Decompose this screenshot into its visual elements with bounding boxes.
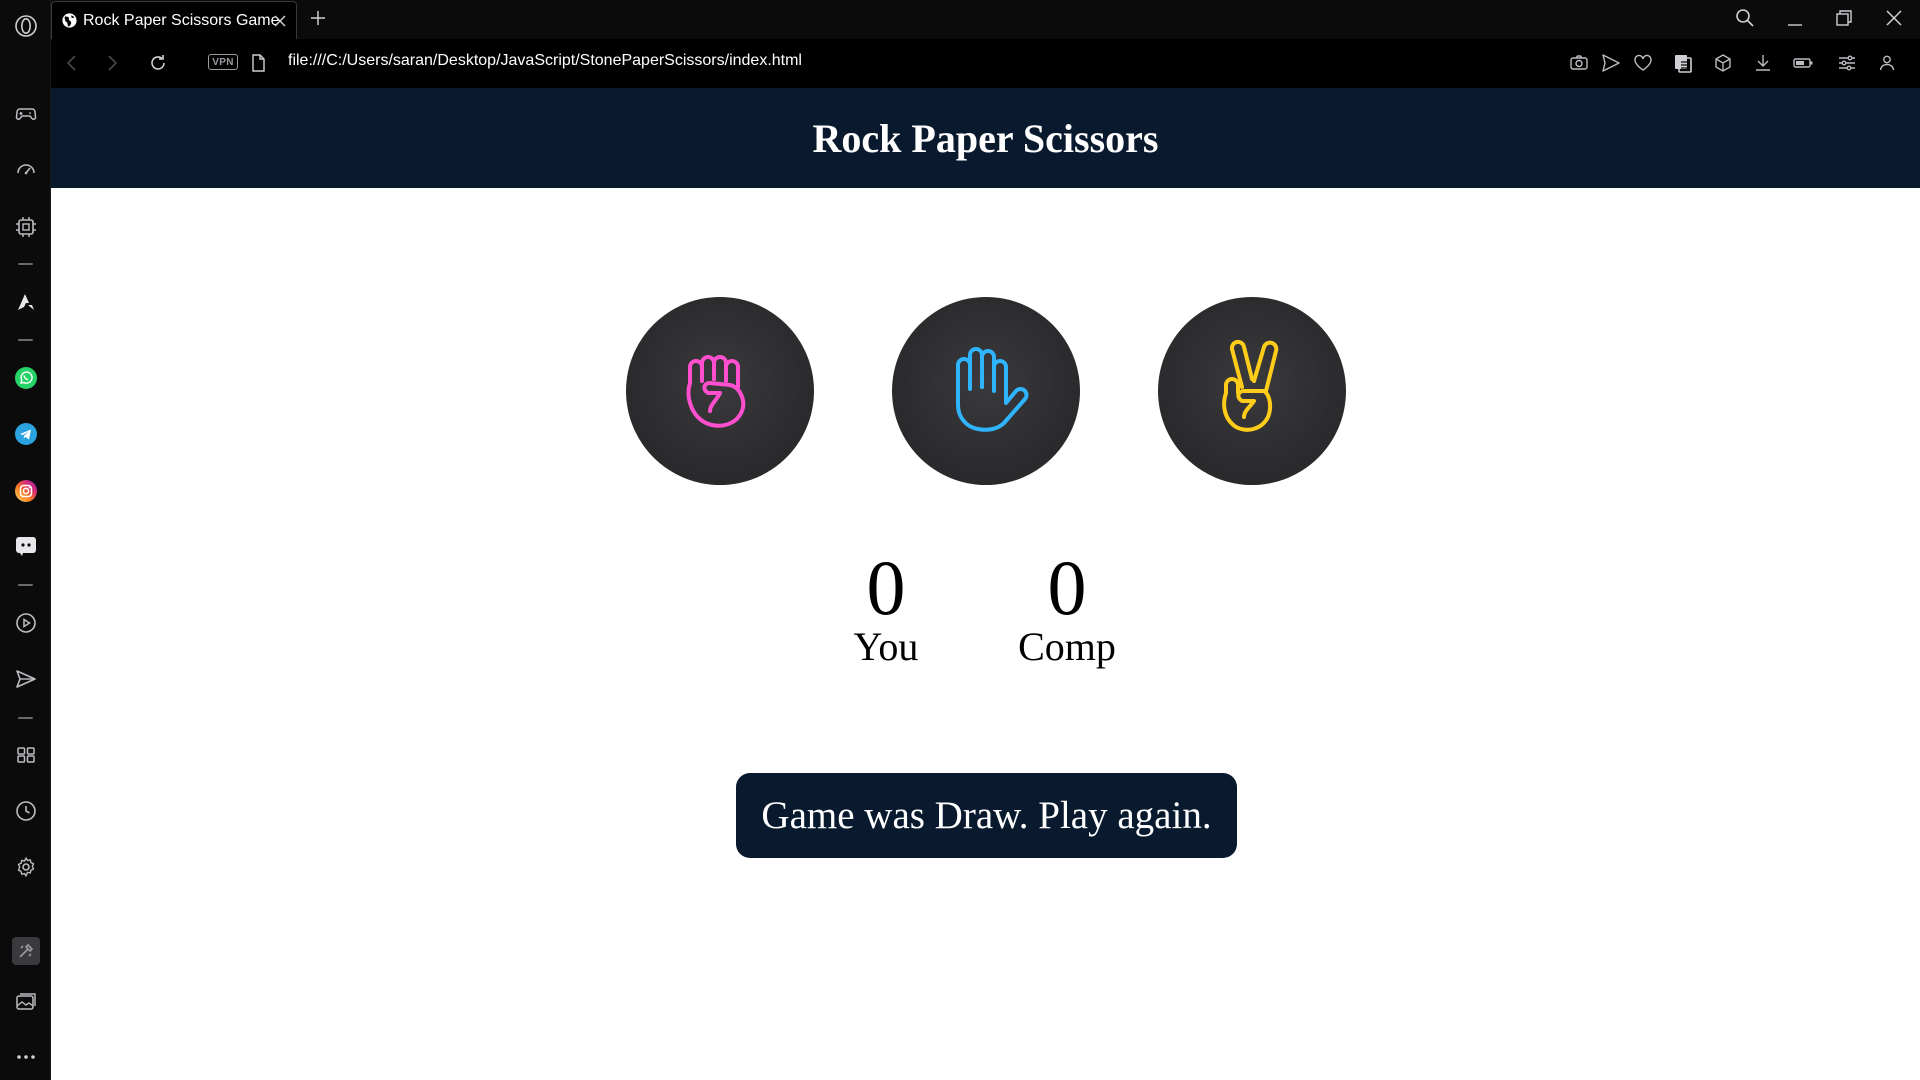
send-icon[interactable] [12, 665, 40, 693]
tab-islands-icon[interactable] [1672, 52, 1694, 74]
paper-hand-icon [956, 347, 1029, 432]
opera-logo-icon[interactable] [12, 12, 40, 40]
forward-icon[interactable] [100, 51, 124, 75]
page-info-icon[interactable] [248, 53, 268, 73]
scissors-hand-icon [1222, 339, 1279, 432]
game-header: Rock Paper Scissors [51, 88, 1920, 188]
comp-score-label: Comp [1018, 624, 1116, 669]
workspaces-icon[interactable] [12, 741, 40, 769]
download-icon[interactable] [1752, 52, 1774, 74]
globe-icon [62, 13, 77, 28]
instagram-icon[interactable] [12, 477, 40, 505]
easy-setup-icon[interactable] [1836, 52, 1858, 74]
sidebar-separator [18, 263, 33, 265]
speed-dial-icon[interactable] [12, 155, 40, 183]
camera-icon[interactable] [1568, 52, 1590, 74]
back-icon[interactable] [60, 51, 84, 75]
url-field[interactable]: file:///C:/Users/saran/Desktop/JavaScrip… [288, 52, 802, 70]
comp-score-value: 0 [1047, 544, 1087, 631]
telegram-icon[interactable] [12, 420, 40, 448]
extensions-icon[interactable] [12, 937, 40, 965]
new-tab-icon[interactable] [308, 8, 328, 28]
search-tabs-icon[interactable] [1734, 7, 1756, 29]
aria-icon[interactable] [12, 288, 40, 316]
close-tab-icon[interactable] [272, 13, 288, 29]
tab-rock-paper-scissors[interactable]: Rock Paper Scissors Game [51, 1, 297, 39]
gallery-icon[interactable] [12, 989, 40, 1017]
page-title: Rock Paper Scissors [812, 115, 1159, 161]
profile-icon[interactable] [1876, 52, 1898, 74]
rock-choice-button[interactable] [626, 297, 814, 485]
comp-score: 0 Comp [987, 548, 1147, 672]
user-score: 0 You [806, 548, 966, 672]
scissors-choice-button[interactable] [1158, 297, 1346, 485]
battery-icon[interactable] [1792, 52, 1814, 74]
tab-title: Rock Paper Scissors Game [83, 11, 280, 29]
user-score-value: 0 [866, 544, 906, 631]
settings-icon[interactable] [12, 853, 40, 881]
cpu-icon[interactable] [12, 213, 40, 241]
history-icon[interactable] [12, 797, 40, 825]
paper-choice-button[interactable] [892, 297, 1080, 485]
gamepad-icon[interactable] [12, 99, 40, 127]
whatsapp-icon[interactable] [12, 364, 40, 392]
more-icon[interactable] [12, 1043, 40, 1071]
reload-icon[interactable] [146, 51, 170, 75]
minimize-icon[interactable] [1784, 7, 1806, 29]
vpn-badge[interactable]: VPN [208, 54, 238, 70]
result-message: Game was Draw. Play again. [736, 773, 1237, 858]
heart-icon[interactable] [1632, 52, 1654, 74]
address-bar: VPN file:///C:/Users/saran/Desktop/JavaS… [51, 39, 1920, 88]
cube-icon[interactable] [1712, 52, 1734, 74]
discord-icon[interactable] [12, 532, 40, 560]
rock-fist-icon [686, 355, 746, 428]
sidebar-separator [18, 339, 33, 341]
sidebar-separator [18, 717, 33, 719]
player-icon[interactable] [12, 609, 40, 637]
sidebar-separator [18, 584, 33, 586]
close-window-icon[interactable] [1883, 7, 1905, 29]
page-content: Rock Paper Scissors 0 You 0 Comp Game wa… [51, 88, 1920, 1080]
browser-sidebar [0, 0, 51, 1080]
user-score-label: You [853, 624, 919, 669]
send-icon[interactable] [1600, 52, 1622, 74]
restore-icon[interactable] [1833, 7, 1855, 29]
tab-strip: Rock Paper Scissors Game [51, 0, 1920, 39]
